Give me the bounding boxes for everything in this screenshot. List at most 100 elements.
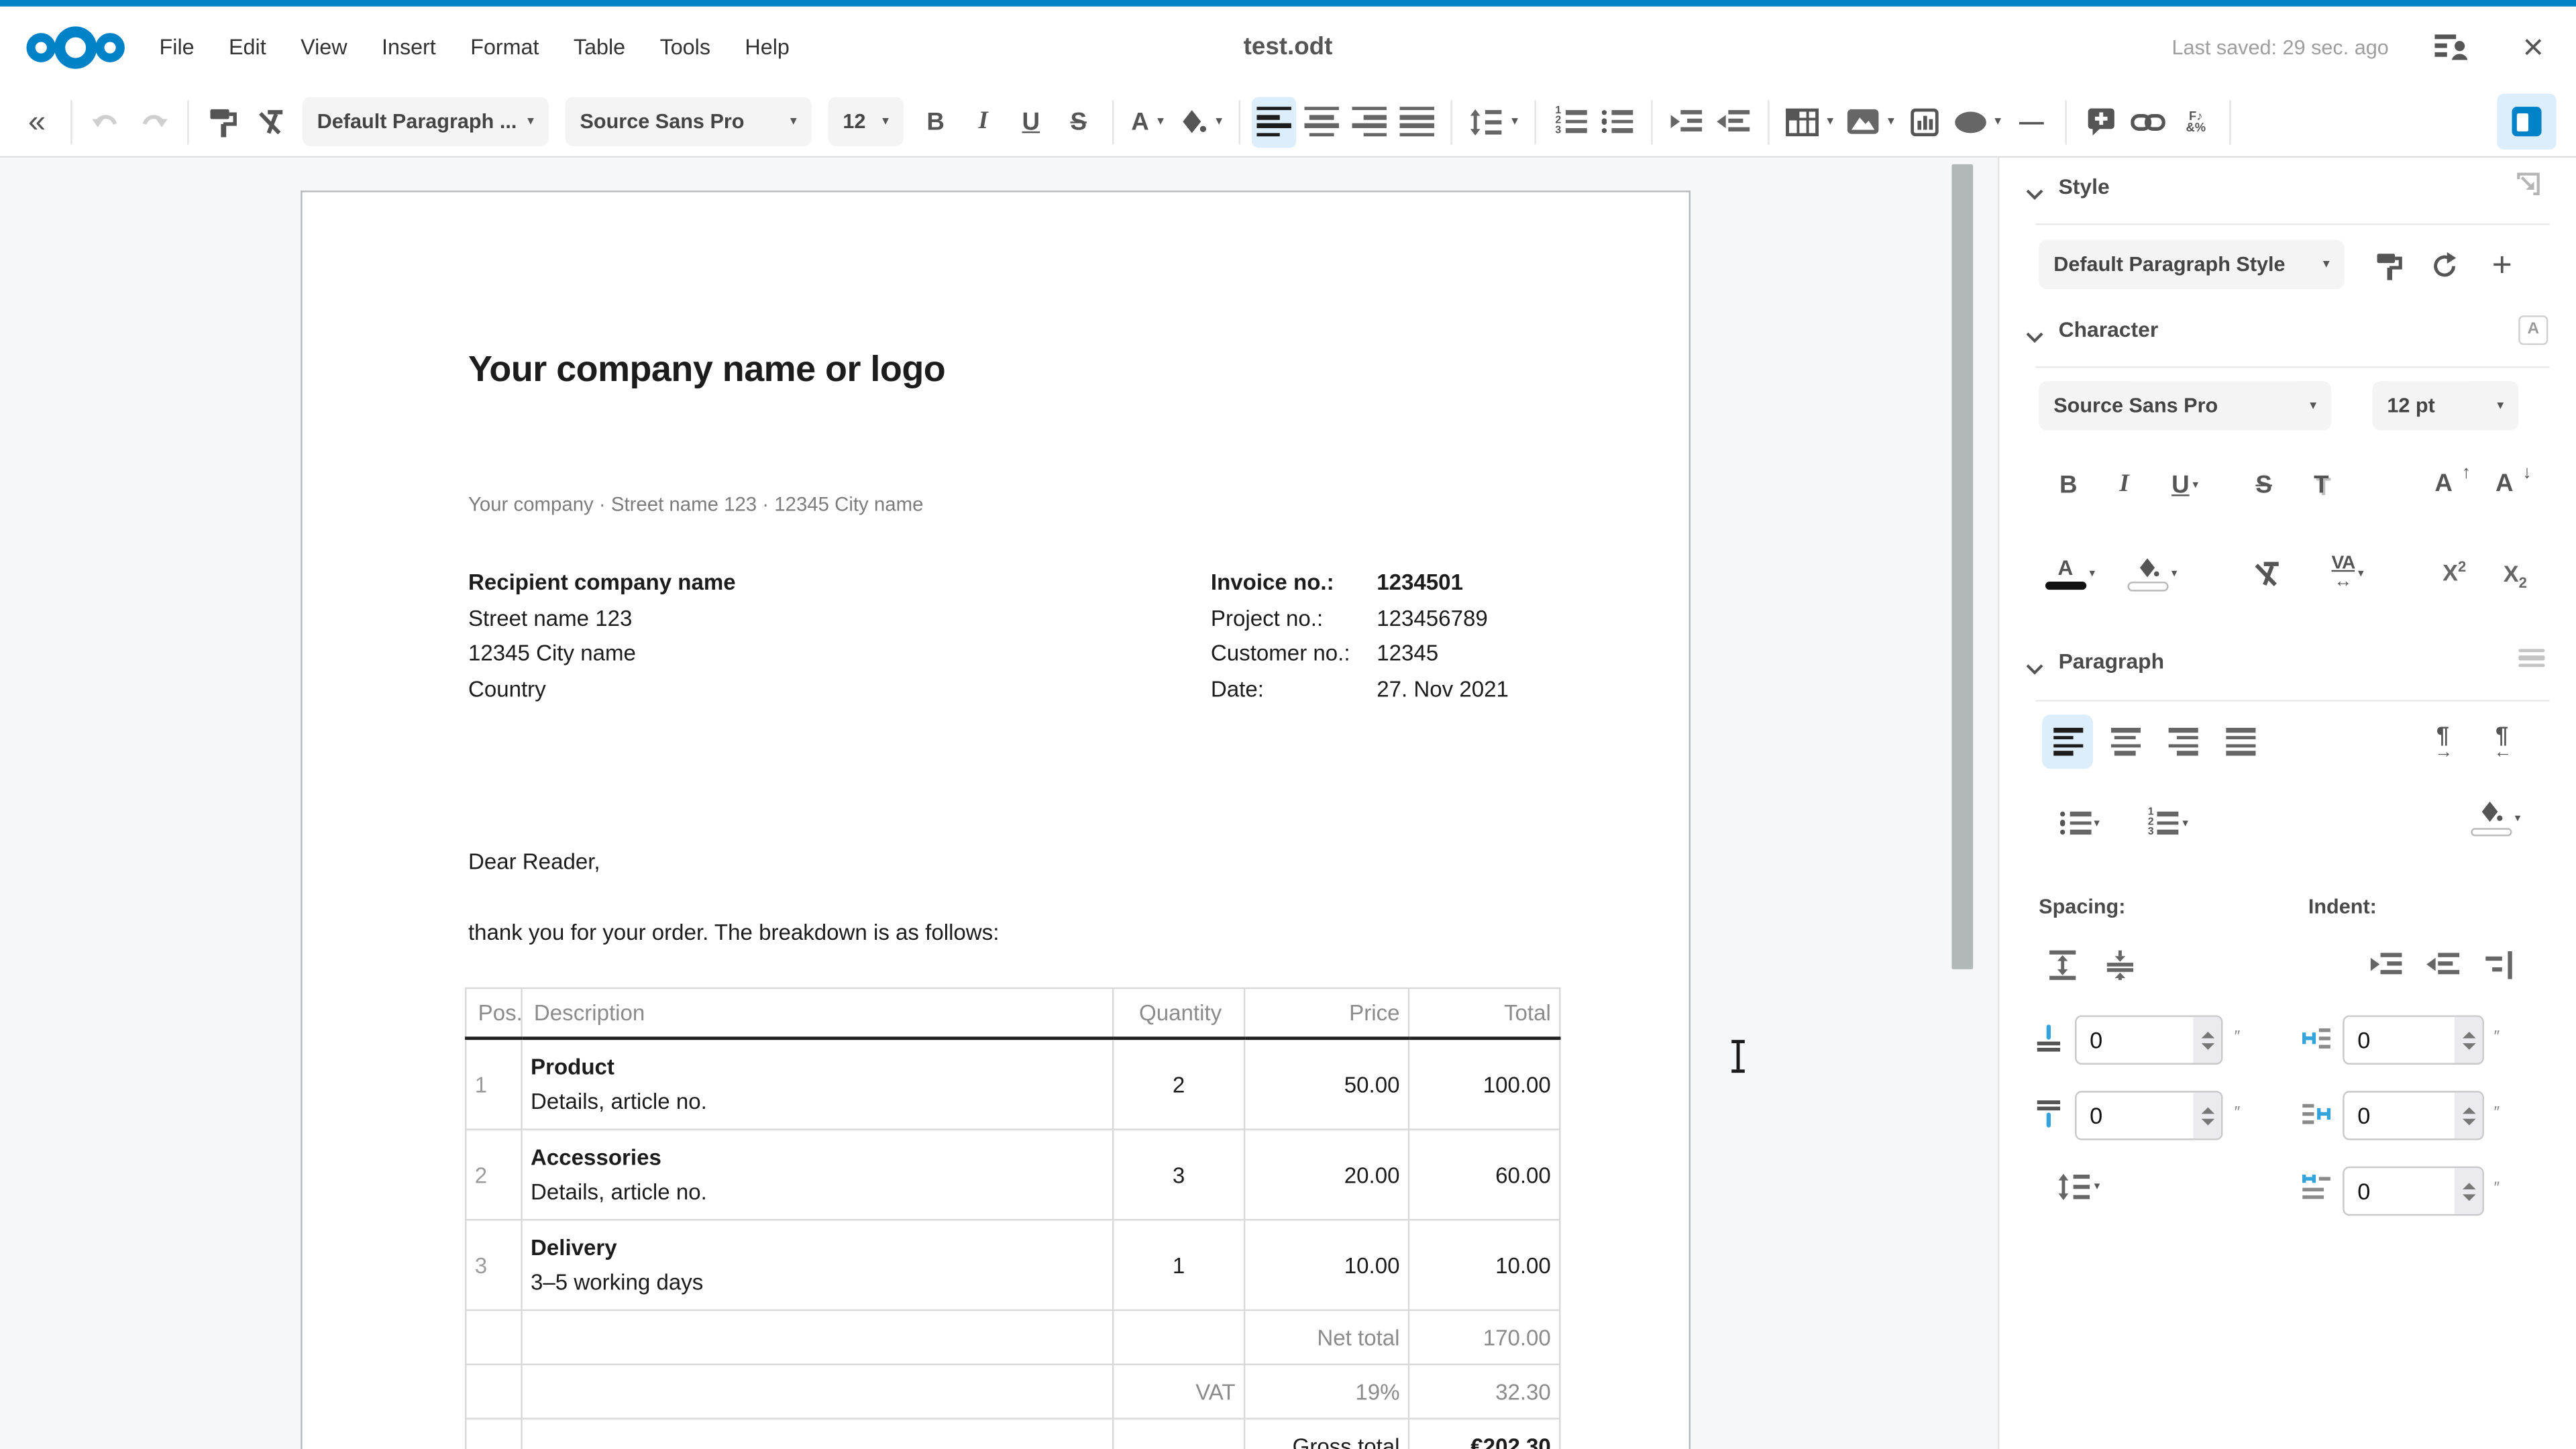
decrease-spacing-button[interactable] xyxy=(2096,943,2143,986)
special-character-button[interactable]: F♪ &% xyxy=(2174,96,2218,147)
spacing-above-field[interactable] xyxy=(2075,1015,2222,1064)
insert-chart-button[interactable] xyxy=(1902,96,1947,147)
insert-comment-button[interactable] xyxy=(2078,96,2123,147)
spinner-buttons[interactable] xyxy=(2455,1093,2483,1139)
font-name-select[interactable]: Source Sans Pro ▾ xyxy=(565,97,811,146)
update-style-button[interactable] xyxy=(2423,248,2466,284)
character-section-collapse[interactable] xyxy=(2026,322,2044,352)
paragraph-ltr-icon: ¶→ xyxy=(2431,724,2461,758)
sidebar-align-left-button[interactable] xyxy=(2042,714,2093,769)
italic-icon: I xyxy=(979,109,988,134)
vertical-scrollbar[interactable] xyxy=(1951,164,1973,969)
hanging-indent-button[interactable] xyxy=(2476,943,2522,986)
sidebar-font-color-button[interactable]: A ▾ xyxy=(2044,549,2096,598)
subscript-button[interactable]: X2 xyxy=(2492,552,2538,598)
clone-formatting-button[interactable] xyxy=(201,96,245,147)
spacing-below-field[interactable] xyxy=(2075,1091,2222,1140)
spinner-buttons[interactable] xyxy=(2193,1093,2221,1139)
line-spacing-button[interactable]: ▾ xyxy=(1464,96,1523,147)
collaborators-button[interactable] xyxy=(2431,27,2471,66)
insert-image-button[interactable]: ▾ xyxy=(1841,96,1899,147)
sidebar-clone-formatting-button[interactable] xyxy=(2367,248,2410,284)
sidebar-strikethrough-button[interactable]: S xyxy=(2244,464,2284,506)
menu-format[interactable]: Format xyxy=(470,34,539,59)
menu-insert[interactable]: Insert xyxy=(382,34,436,59)
character-dialog-button[interactable]: A xyxy=(2518,312,2548,344)
numbered-list-button[interactable]: 1 2 3 xyxy=(1548,96,1592,147)
spinner-buttons[interactable] xyxy=(2193,1017,2221,1063)
strikethrough-button[interactable]: S xyxy=(1057,96,1101,147)
align-justify-button[interactable] xyxy=(1395,96,1439,147)
indent-before-field[interactable] xyxy=(2343,1015,2484,1064)
sidebar-bold-button[interactable]: B xyxy=(2049,464,2088,506)
sidebar-italic-button[interactable]: I xyxy=(2104,464,2144,506)
document-page[interactable]: Your company name or logo Your company ·… xyxy=(301,191,1690,1449)
indent-after-field[interactable] xyxy=(2343,1091,2484,1140)
shrink-font-button[interactable]: A↓ xyxy=(2491,462,2537,504)
align-left-button[interactable] xyxy=(1252,96,1296,147)
collapse-toolbar-button[interactable]: « xyxy=(15,96,59,147)
sidebar-font-size-select[interactable]: 12 pt ▾ xyxy=(2372,381,2518,430)
paragraph-background-color-button[interactable]: ▾ xyxy=(2463,790,2528,846)
menu-table[interactable]: Table xyxy=(574,34,625,59)
bullet-list-button[interactable] xyxy=(1595,96,1640,147)
insert-table-button[interactable]: ▾ xyxy=(1781,96,1839,147)
sidebar-underline-button[interactable]: U ▾ xyxy=(2157,464,2213,506)
insert-hyperlink-button[interactable] xyxy=(2126,96,2170,147)
clear-formatting-button[interactable] xyxy=(248,96,292,147)
toolbar-separator xyxy=(1768,99,1769,144)
spinner-buttons[interactable] xyxy=(2455,1168,2483,1214)
font-color-button[interactable]: A ▾ xyxy=(1126,96,1170,147)
menu-view[interactable]: View xyxy=(301,34,347,59)
increase-spacing-button[interactable] xyxy=(2039,943,2085,986)
character-spacing-button[interactable]: VA↔ ▾ xyxy=(2315,549,2381,598)
sidebar-increase-indent-button[interactable] xyxy=(2363,943,2409,986)
invoice-table[interactable]: Pos. Description Quantity Price Total 1 … xyxy=(465,987,1560,1449)
font-size-select[interactable]: 12 ▾ xyxy=(828,97,904,146)
align-right-button[interactable] xyxy=(1347,96,1391,147)
sidebar-align-center-button[interactable] xyxy=(2100,714,2151,769)
increase-indent-button[interactable] xyxy=(1664,96,1709,147)
sidebar-numbered-list-button[interactable]: 1 2 3 ▾ xyxy=(2131,800,2203,847)
rtl-paragraph-button[interactable]: ¶← xyxy=(2482,716,2528,765)
document-canvas[interactable]: Your company name or logo Your company ·… xyxy=(0,158,1998,1449)
style-more-options-button[interactable] xyxy=(2515,171,2541,205)
highlight-color-button[interactable]: ▾ xyxy=(1173,96,1228,147)
grow-font-button[interactable]: A↑ xyxy=(2430,462,2476,504)
menu-file[interactable]: File xyxy=(160,34,195,59)
undo-button[interactable] xyxy=(84,96,128,147)
redo-button[interactable] xyxy=(131,96,176,147)
align-center-button[interactable] xyxy=(1299,96,1344,147)
sidebar-line-spacing-button[interactable]: ▾ xyxy=(2042,1163,2114,1210)
sidebar-highlight-color-button[interactable]: ▾ xyxy=(2125,549,2180,598)
superscript-button[interactable]: X2 xyxy=(2431,549,2477,595)
italic-button[interactable]: I xyxy=(961,96,1006,147)
indent-first-line-field[interactable] xyxy=(2343,1167,2484,1216)
sidebar-toggle-button[interactable] xyxy=(2497,94,2556,150)
sidebar-font-name-select[interactable]: Source Sans Pro ▾ xyxy=(2039,381,2331,430)
style-section-collapse[interactable] xyxy=(2026,179,2044,209)
sidebar-clear-formatting-button[interactable] xyxy=(2243,552,2289,595)
sidebar-paragraph-style-select[interactable]: Default Paragraph Style ▾ xyxy=(2039,240,2345,289)
paragraph-dialog-button[interactable] xyxy=(2518,644,2544,672)
paragraph-section-collapse[interactable] xyxy=(2026,654,2044,684)
ltr-paragraph-button[interactable]: ¶→ xyxy=(2423,716,2469,765)
spinner-buttons[interactable] xyxy=(2455,1017,2483,1063)
close-button[interactable]: × xyxy=(2514,27,2553,66)
shadow-button[interactable]: T xyxy=(2302,464,2341,506)
menu-help[interactable]: Help xyxy=(745,34,789,59)
menu-edit[interactable]: Edit xyxy=(229,34,266,59)
bold-button[interactable]: B xyxy=(914,96,958,147)
insert-horizontal-line-button[interactable]: — xyxy=(2009,96,2053,147)
sidebar-decrease-indent-button[interactable] xyxy=(2420,943,2466,986)
paragraph-style-select[interactable]: Default Paragraph ... ▾ xyxy=(303,97,549,146)
menu-tools[interactable]: Tools xyxy=(660,34,710,59)
new-style-button[interactable]: + xyxy=(2481,245,2524,288)
sidebar-align-right-button[interactable] xyxy=(2157,714,2208,769)
sidebar-bullet-list-button[interactable]: ▾ xyxy=(2045,800,2114,847)
paragraph-rtl-icon: ¶← xyxy=(2491,724,2520,758)
insert-shape-button[interactable]: ▾ xyxy=(1950,96,2006,147)
sidebar-align-justify-button[interactable] xyxy=(2214,714,2265,769)
underline-button[interactable]: U xyxy=(1009,96,1053,147)
decrease-indent-button[interactable] xyxy=(1712,96,1756,147)
